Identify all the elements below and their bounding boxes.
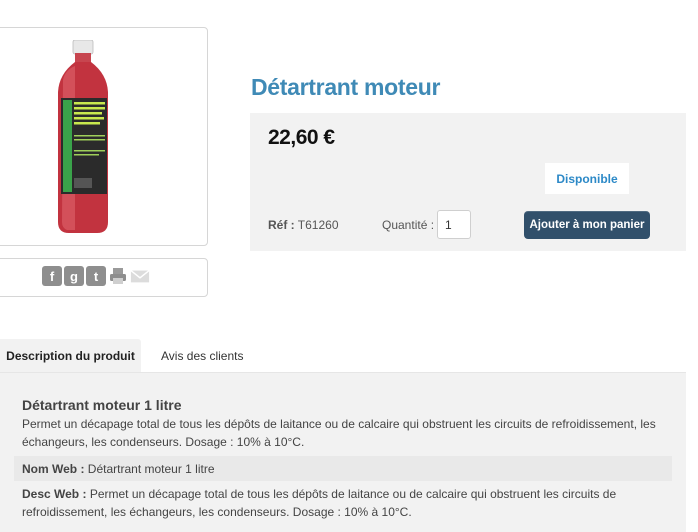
description-text: Permet un décapage total de tous les dép… — [22, 417, 656, 449]
description-panel: Détartrant moteur 1 litre Permet un déca… — [0, 372, 686, 532]
nom-web-value: Détartrant moteur 1 litre — [87, 461, 215, 476]
product-image[interactable] — [53, 40, 113, 235]
price: 22,60 € — [268, 126, 335, 149]
add-to-cart-button[interactable]: Ajouter à mon panier — [524, 211, 650, 239]
share-icons: f g t — [42, 266, 150, 288]
buy-panel: 22,60 € Disponible Réf : T61260 Quantité… — [250, 113, 686, 251]
print-icon[interactable] — [108, 266, 128, 286]
product-title: Détartrant moteur — [251, 74, 441, 100]
product-image-frame — [0, 27, 208, 246]
tab-description[interactable]: Description du produit — [0, 339, 141, 372]
tab-reviews[interactable]: Avis des clients — [161, 339, 243, 372]
twitter-icon[interactable]: t — [86, 266, 106, 286]
product-tabs: Description du produit Avis des clients — [0, 339, 698, 372]
reference-value: T61260 — [297, 218, 339, 232]
reference: Réf : T61260 — [268, 218, 339, 232]
description-title: Détartrant moteur 1 litre — [22, 397, 182, 413]
desc-web-label: Desc Web : — [22, 487, 87, 501]
reference-label: Réf : — [268, 218, 295, 232]
share-bar: f g t — [0, 258, 208, 297]
nom-web-row: Nom Web : Détartrant moteur 1 litre — [14, 456, 672, 481]
nom-web-label: Nom Web : — [22, 461, 85, 476]
quantity-label: Quantité : — [382, 218, 435, 232]
google-plus-icon[interactable]: g — [64, 266, 84, 286]
quantity-input[interactable] — [437, 210, 471, 239]
email-icon[interactable] — [130, 266, 150, 286]
desc-web-value: Permet un décapage total de tous les dép… — [22, 487, 617, 519]
desc-web-row: Desc Web : Permet un décapage total de t… — [22, 485, 672, 521]
facebook-icon[interactable]: f — [42, 266, 62, 286]
availability-badge: Disponible — [545, 163, 629, 194]
